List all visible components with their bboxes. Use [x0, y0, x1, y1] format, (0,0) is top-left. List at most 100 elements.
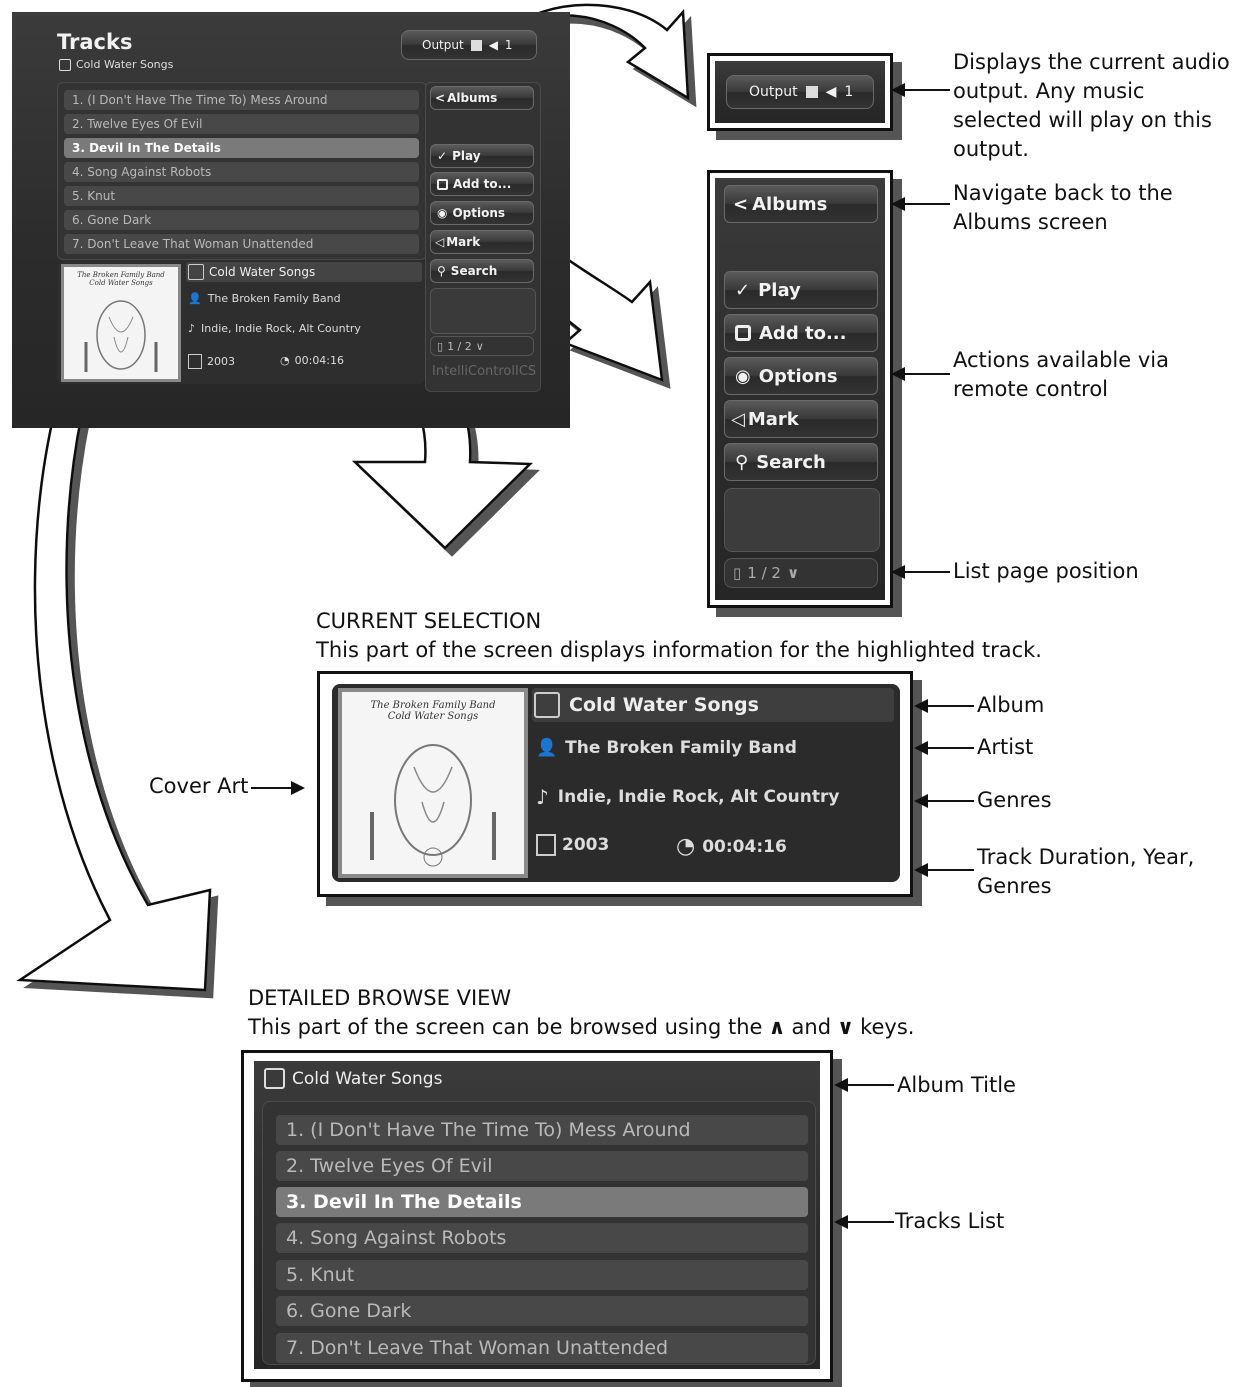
brand-logo: IntelliControlICS: [432, 364, 537, 379]
annotation-cover-art: Cover Art: [149, 774, 249, 798]
options-icon: ◉: [735, 365, 751, 387]
track-row[interactable]: 4. Song Against Robots: [276, 1223, 808, 1253]
calendar-icon: [536, 834, 556, 856]
music-screen: Tracks Cold Water Songs Output ◀ 1 1. (I…: [12, 12, 570, 428]
current-selection-heading: CURRENT SELECTION: [316, 609, 542, 633]
artist-row: 👤 The Broken Family Band: [536, 738, 797, 758]
duration-row: ◔ 00:04:16: [676, 834, 787, 859]
annotation-artist: Artist: [977, 735, 1034, 759]
person-icon: 👤: [188, 292, 202, 305]
selection-zoom-frame: The Broken Family Band Cold Water Songs …: [317, 671, 913, 897]
year-row: 2003: [536, 834, 609, 856]
duration-row: ◔ 00:04:16: [280, 354, 345, 367]
square-icon: [805, 86, 818, 98]
add-to-button[interactable]: Add to...: [430, 172, 534, 196]
track-row[interactable]: 7. Don't Leave That Woman Unattended: [64, 234, 419, 254]
annotation-genres: Genres: [977, 788, 1052, 812]
output-zoom-frame: Output ◀ 1: [707, 53, 893, 131]
year-row: 2003: [188, 354, 235, 369]
search-button[interactable]: ⚲ Search: [430, 259, 534, 283]
add-to-button-zoom[interactable]: Add to...: [724, 314, 878, 352]
mark-icon: ◁: [435, 235, 445, 249]
page-icon: ▯: [437, 339, 444, 353]
options-button[interactable]: ◉ Options: [430, 201, 534, 225]
current-selection-desc: This part of the screen displays informa…: [316, 638, 1042, 662]
up-key-icon: ∧: [768, 1015, 786, 1039]
page-title: Tracks: [57, 30, 133, 54]
albums-button[interactable]: < Albums: [430, 86, 534, 110]
speaker-icon: ◀: [488, 38, 498, 52]
track-row[interactable]: 2. Twelve Eyes Of Evil: [64, 114, 419, 134]
annotation-page: List page position: [953, 559, 1139, 583]
mark-icon: ◁: [731, 408, 745, 430]
track-row[interactable]: 6. Gone Dark: [276, 1296, 808, 1326]
genres-row: ♪ Indie, Indie Rock, Alt Country: [188, 322, 361, 335]
album-row: Cold Water Songs: [186, 262, 422, 282]
annotation-tracks-list: Tracks List: [895, 1209, 1005, 1233]
clock-icon: ◔: [280, 354, 290, 367]
play-button-zoom[interactable]: ✓ Play: [724, 271, 878, 309]
track-row[interactable]: 7. Don't Leave That Woman Unattended: [276, 1333, 808, 1363]
annotation-output: Displays the current audio output. Any m…: [953, 50, 1230, 161]
square-icon: [470, 39, 482, 51]
albums-button-zoom[interactable]: < Albums: [724, 185, 878, 223]
output-label: Output: [422, 38, 464, 52]
track-row-selected[interactable]: 3. Devil In The Details: [276, 1187, 808, 1217]
music-note-icon: ♪: [188, 322, 196, 335]
empty-slot: [724, 488, 880, 552]
chevron-down-icon: ∨: [475, 339, 484, 353]
browse-desc: This part of the screen can be browsed u…: [248, 1013, 914, 1042]
track-row[interactable]: 1. (I Don't Have The Time To) Mess Aroun…: [276, 1115, 808, 1145]
page-position[interactable]: ▯ 1 / 2 ∨: [430, 336, 534, 356]
add-icon: [735, 325, 751, 341]
mark-button-zoom[interactable]: ◁ Mark: [724, 400, 878, 438]
calendar-icon: [188, 354, 202, 369]
annotation-album: Album: [977, 693, 1045, 717]
track-row-selected[interactable]: 3. Devil In The Details: [64, 138, 419, 158]
back-chevron-icon: <: [733, 193, 749, 215]
track-row[interactable]: 6. Gone Dark: [64, 210, 419, 230]
subtitle-text: Cold Water Songs: [76, 58, 174, 71]
track-row[interactable]: 2. Twelve Eyes Of Evil: [276, 1151, 808, 1181]
search-button-zoom[interactable]: ⚲ Search: [724, 443, 878, 481]
track-row[interactable]: 4. Song Against Robots: [64, 162, 419, 182]
down-key-icon: ∨: [837, 1015, 855, 1039]
speaker-icon: ◀: [825, 84, 837, 100]
play-button[interactable]: ✓ Play: [430, 144, 534, 168]
chevron-down-icon: ∨: [786, 564, 800, 582]
back-chevron-icon: <: [435, 91, 446, 105]
output-indicator-zoom[interactable]: Output ◀ 1: [726, 75, 874, 109]
page-position-zoom[interactable]: ▯ 1 / 2 ∨: [724, 558, 878, 588]
music-note-icon: ♪: [536, 785, 549, 809]
track-row[interactable]: 1. (I Don't Have The Time To) Mess Aroun…: [64, 90, 419, 110]
browse-heading: DETAILED BROWSE VIEW: [248, 986, 512, 1010]
clock-icon: ◔: [676, 834, 696, 859]
annotation-actions: Actions available via remote control: [953, 348, 1169, 401]
output-number: 1: [504, 38, 513, 52]
subtitle: Cold Water Songs: [59, 58, 173, 71]
album-icon: [264, 1068, 285, 1089]
browse-zoom-frame: Cold Water Songs 1. (I Don't Have The Ti…: [241, 1050, 833, 1382]
album-row: Cold Water Songs: [532, 688, 894, 722]
search-icon: ⚲: [437, 264, 446, 278]
artist-row: 👤 The Broken Family Band: [188, 292, 341, 305]
album-title-row: Cold Water Songs: [264, 1068, 442, 1089]
track-row[interactable]: 5. Knut: [276, 1260, 808, 1290]
check-icon: ✓: [735, 279, 751, 301]
person-icon: 👤: [536, 738, 558, 758]
genres-row: ♪ Indie, Indie Rock, Alt Country: [536, 785, 840, 809]
album-icon: [188, 264, 204, 280]
output-indicator[interactable]: Output ◀ 1: [401, 30, 537, 60]
add-icon: [437, 178, 448, 190]
annotation-album-title: Album Title: [897, 1073, 1016, 1097]
options-icon: ◉: [437, 206, 448, 220]
annotation-albums: Navigate back to the Albums screen: [953, 181, 1173, 234]
mark-button[interactable]: ◁ Mark: [430, 230, 534, 254]
cover-art-zoom: The Broken Family Band Cold Water Songs: [338, 688, 528, 878]
annotation-duration: Track Duration, Year, Genres: [977, 845, 1195, 898]
track-row[interactable]: 5. Knut: [64, 186, 419, 206]
options-button-zoom[interactable]: ◉ Options: [724, 357, 878, 395]
buttons-zoom-frame: < Albums ✓ Play Add to... ◉ Options ◁ Mark ⚲…: [707, 170, 893, 608]
album-icon: [534, 692, 560, 718]
cover-art: The Broken Family Band Cold Water Songs: [61, 264, 181, 382]
